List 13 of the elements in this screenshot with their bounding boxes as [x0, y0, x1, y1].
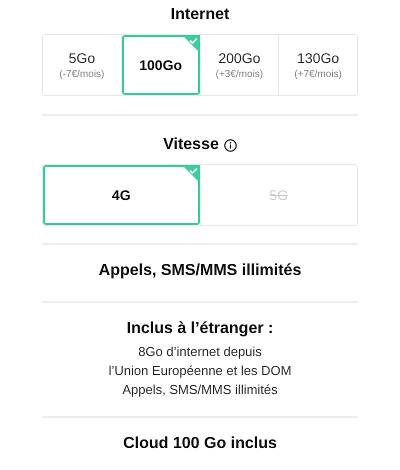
section-title: Vitesse [163, 136, 219, 154]
feature-heading: Appels, SMS/MMS illimités [98, 262, 302, 280]
feature-title: Inclus à l’étranger : [126, 320, 274, 338]
option-tab[interactable]: 100Go [122, 35, 200, 95]
feature-text: Appels, SMS/MMS illimités [121, 381, 279, 399]
feature-heading: Cloud 100 Go inclus [123, 435, 277, 453]
check-icon [182, 35, 200, 53]
section-title: Internet [170, 6, 230, 24]
feature-text: 8Go d’internet depuis [137, 343, 263, 361]
feature-text: l’Union Européenne et les DOM [108, 362, 292, 380]
info-icon[interactable] [224, 138, 237, 152]
option-tab[interactable]: 4G [43, 165, 200, 225]
check-icon [182, 165, 200, 183]
